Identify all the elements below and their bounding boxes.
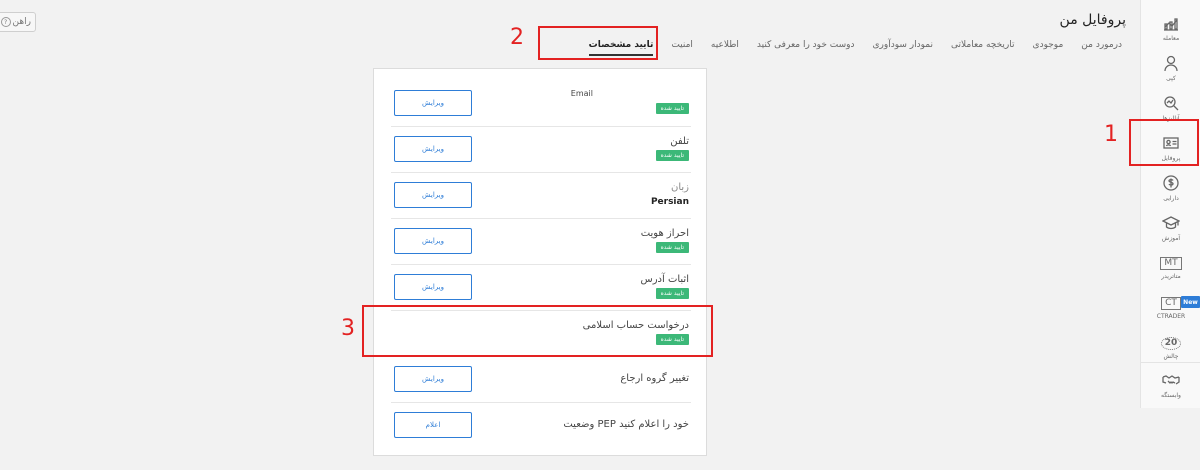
handshake-icon <box>1162 374 1180 385</box>
annotation-box-profile <box>1129 119 1199 166</box>
help-button[interactable]: ? راهن <box>0 12 36 32</box>
identity-edit-button[interactable]: ویرایش <box>394 228 472 254</box>
annotation-number-1: 1 <box>1104 122 1118 147</box>
profile-tabs: درمورد من موجودی تاریخچه معاملاتی نمودار… <box>588 40 1122 56</box>
tab-balance[interactable]: موجودی <box>1033 40 1064 56</box>
sidebar-item-education[interactable]: آموزش <box>1141 208 1200 248</box>
education-cap-icon <box>1162 216 1180 230</box>
phone-label: تلفن <box>670 136 689 147</box>
identity-label: احراز هویت <box>640 228 689 239</box>
annotation-number-2: 2 <box>510 25 524 50</box>
sidebar-item-trade[interactable]: معامله <box>1141 8 1200 48</box>
ct-icon: CT <box>1161 296 1181 310</box>
phone-verified-badge: تایید شده <box>655 150 689 161</box>
referral-group-edit-button[interactable]: ویرایش <box>394 366 472 392</box>
annotation-box-islamic-account <box>362 305 713 357</box>
row-email: ویرایش Email تایید شده <box>391 81 691 127</box>
analysis-icon <box>1164 96 1179 111</box>
page-title: پروفایل من <box>1059 12 1126 28</box>
sidebar-item-metatrader[interactable]: MT متاتریدر <box>1141 248 1200 288</box>
tab-profit-chart[interactable]: نمودار سودآوری <box>873 40 934 56</box>
row-identity: ویرایش احراز هویت تایید شده <box>391 219 691 265</box>
pep-declare-button[interactable]: اعلام <box>394 412 472 438</box>
row-referral-group: ویرایش تغییر گروه ارجاع <box>391 357 691 403</box>
copy-user-icon <box>1164 55 1178 72</box>
tab-trade-history[interactable]: تاریخچه معاملاتی <box>951 40 1015 56</box>
row-language: ویرایش زبان Persian <box>391 173 691 219</box>
sidebar-item-assets[interactable]: دارایی <box>1141 168 1200 208</box>
language-value: Persian <box>650 197 689 207</box>
email-label: Email <box>570 89 593 98</box>
address-edit-button[interactable]: ویرایش <box>394 274 472 300</box>
tab-about-me[interactable]: درمورد من <box>1081 40 1122 56</box>
language-label: زبان <box>670 182 689 193</box>
address-verified-badge: تایید شده <box>655 288 689 299</box>
email-edit-button[interactable]: ویرایش <box>394 90 472 116</box>
language-edit-button[interactable]: ویرایش <box>394 182 472 208</box>
row-phone: ویرایش تلفن تایید شده <box>391 127 691 173</box>
challenge-20-icon: 20 <box>1160 336 1182 350</box>
tab-security[interactable]: امنیت <box>671 40 693 56</box>
annotation-number-3: 3 <box>341 316 355 341</box>
sidebar-item-copy[interactable]: کپی <box>1141 48 1200 88</box>
help-icon: ? <box>0 17 11 27</box>
tab-notifications[interactable]: اطلاعیه <box>711 40 739 56</box>
dollar-icon <box>1163 175 1179 191</box>
new-badge: New <box>1181 296 1200 308</box>
row-pep-status: اعلام وضعیت PEP خود را اعلام کنید <box>391 403 691 449</box>
address-label: اثبات آدرس <box>640 274 690 285</box>
mt-icon: MT <box>1160 256 1182 270</box>
referral-group-label: تغییر گروه ارجاع <box>620 373 689 384</box>
phone-edit-button[interactable]: ویرایش <box>394 136 472 162</box>
help-label: راهن <box>12 17 31 27</box>
annotation-box-verification-tab <box>538 26 658 60</box>
identity-verified-badge: تایید شده <box>655 242 689 253</box>
pep-status-label: وضعیت PEP خود را اعلام کنید <box>563 419 689 430</box>
email-verified-badge: تایید شده <box>655 103 689 114</box>
verification-card: ویرایش Email تایید شده ویرایش تلفن تایید… <box>373 68 707 456</box>
trade-chart-icon <box>1164 18 1178 31</box>
tab-refer-friend[interactable]: دوست خود را معرفی کنید <box>757 40 855 56</box>
sidebar-item-affiliate[interactable]: وابستگه <box>1141 362 1200 406</box>
sidebar: معامله کپی آنالیزها پروفایل دارایی آموزش… <box>1140 0 1200 408</box>
sidebar-item-ctrader[interactable]: CT CTRADER <box>1141 288 1200 328</box>
